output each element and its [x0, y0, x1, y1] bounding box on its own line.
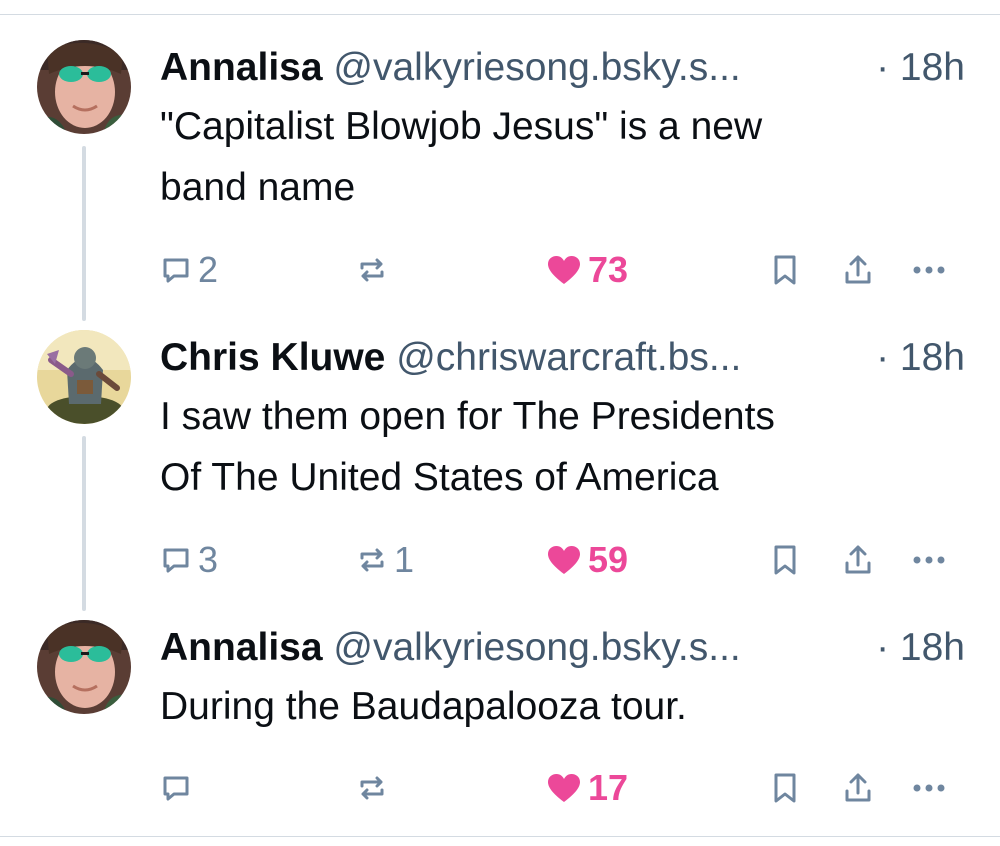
share-icon: [845, 773, 871, 802]
sunglasses-woman-avatar-icon: [37, 40, 131, 134]
like-button[interactable]: 59: [546, 538, 628, 582]
heart-icon: [548, 774, 580, 802]
post-text-line: "Capitalist Blowjob Jesus" is a new: [160, 105, 763, 148]
more-options-button[interactable]: [912, 766, 946, 810]
heart-icon: [548, 546, 580, 574]
post-actions: 17: [160, 766, 960, 810]
repost-button[interactable]: [356, 766, 394, 810]
share-button[interactable]: [842, 538, 874, 582]
repost-button[interactable]: [356, 248, 394, 292]
share-button[interactable]: [842, 248, 874, 292]
like-count: 73: [588, 249, 629, 290]
more-icon: [913, 784, 945, 792]
bookmark-button[interactable]: [770, 248, 800, 292]
heart-icon: [548, 256, 580, 284]
miniature-figure-avatar-icon: [37, 330, 131, 424]
avatar[interactable]: [37, 40, 131, 134]
reply-count: 3: [198, 539, 219, 580]
repost-count: 1: [394, 539, 415, 580]
bookmark-button[interactable]: [770, 766, 800, 810]
post-text: "Capitalist Blowjob Jesus" is a new band…: [160, 96, 960, 218]
post-text: I saw them open for The Presidents Of Th…: [160, 386, 960, 508]
reply-button[interactable]: 3: [160, 538, 218, 582]
reply-icon: [163, 258, 189, 283]
post-header: Annalisa @valkyriesong.bsky.s... · 18h: [160, 40, 965, 96]
display-name[interactable]: Chris Kluwe: [160, 336, 385, 379]
reply-button[interactable]: 2: [160, 248, 218, 292]
like-button[interactable]: 73: [546, 248, 628, 292]
repost-icon: [360, 548, 384, 572]
repost-icon: [360, 776, 384, 800]
post-text: During the Baudapalooza tour.: [160, 676, 960, 737]
sunglasses-woman-avatar-icon: [37, 620, 131, 714]
share-icon: [845, 545, 871, 574]
share-button[interactable]: [842, 766, 874, 810]
timestamp[interactable]: · 18h: [870, 330, 965, 386]
like-count: 59: [588, 539, 629, 580]
post-text-line: I saw them open for The Presidents: [160, 395, 775, 438]
timestamp[interactable]: · 18h: [870, 620, 965, 676]
bookmark-icon: [774, 255, 796, 285]
share-icon: [845, 255, 871, 284]
reply-count: 2: [198, 249, 219, 290]
bookmark-button[interactable]: [770, 538, 800, 582]
reply-button[interactable]: [160, 766, 198, 810]
post-actions: 3 1 59: [160, 538, 960, 582]
reply-icon: [163, 776, 189, 801]
more-icon: [913, 556, 945, 564]
post-text-line: band name: [160, 166, 356, 209]
repost-icon: [360, 258, 384, 282]
like-count: 17: [588, 767, 629, 808]
post-actions: 2 73: [160, 248, 960, 292]
like-button[interactable]: 17: [546, 766, 628, 810]
handle[interactable]: @chriswarcraft.bs...: [396, 336, 741, 379]
timestamp[interactable]: · 18h: [870, 40, 965, 96]
more-icon: [913, 266, 945, 274]
top-divider: [0, 0, 1000, 15]
post[interactable]: Chris Kluwe @chriswarcraft.bs... · 18h I…: [0, 330, 1000, 590]
handle[interactable]: @valkyriesong.bsky.s...: [333, 626, 740, 669]
post[interactable]: Annalisa @valkyriesong.bsky.s... · 18h "…: [0, 40, 1000, 300]
post-header: Annalisa @valkyriesong.bsky.s... · 18h: [160, 620, 965, 676]
bookmark-icon: [774, 545, 796, 575]
avatar[interactable]: [37, 330, 131, 424]
display-name[interactable]: Annalisa: [160, 46, 323, 89]
post-text-line: Of The United States of America: [160, 456, 719, 499]
display-name[interactable]: Annalisa: [160, 626, 323, 669]
avatar[interactable]: [37, 620, 131, 714]
post[interactable]: Annalisa @valkyriesong.bsky.s... · 18h D…: [0, 620, 1000, 820]
post-header: Chris Kluwe @chriswarcraft.bs... · 18h: [160, 330, 965, 386]
repost-button[interactable]: 1: [356, 538, 414, 582]
bookmark-icon: [774, 773, 796, 803]
handle[interactable]: @valkyriesong.bsky.s...: [333, 46, 740, 89]
post-text-line: During the Baudapalooza tour.: [160, 685, 687, 728]
more-options-button[interactable]: [912, 538, 946, 582]
reply-icon: [163, 548, 189, 573]
more-options-button[interactable]: [912, 248, 946, 292]
